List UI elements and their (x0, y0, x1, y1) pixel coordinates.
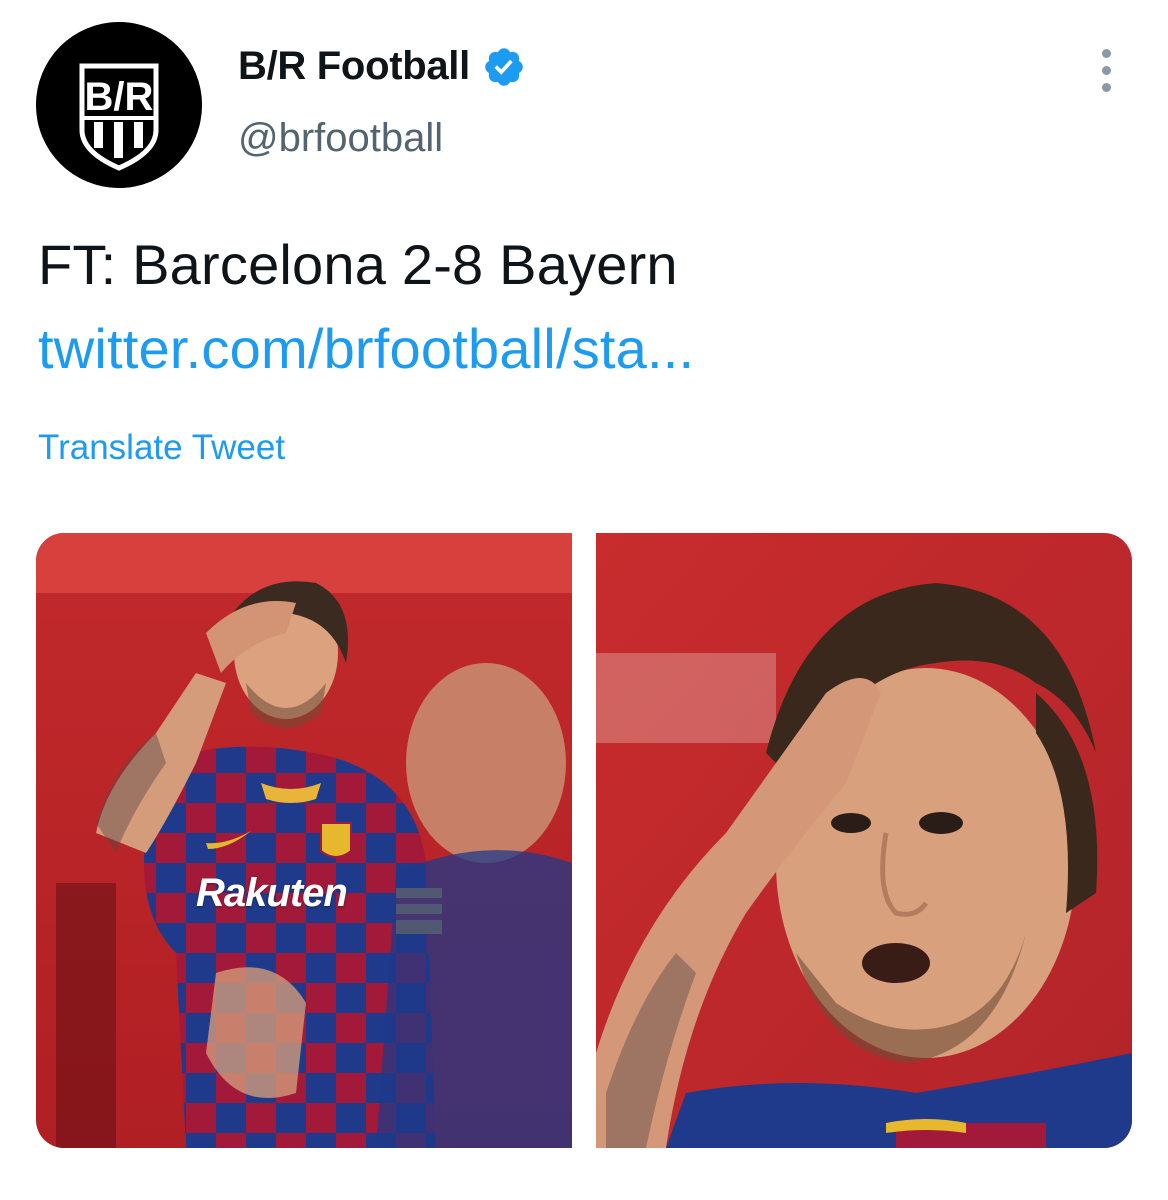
verified-badge-icon (485, 47, 523, 86)
svg-text:B/R: B/R (85, 75, 154, 119)
more-options-button[interactable] (1088, 44, 1124, 96)
more-vertical-icon (1101, 48, 1111, 58)
tweet-text: FT: Barcelona 2-8 Bayern (38, 233, 678, 296)
avatar[interactable]: B/R (36, 22, 202, 188)
br-logo-icon: B/R (36, 22, 202, 188)
media-photo-1[interactable]: Rakuten (36, 533, 572, 1148)
media-photo-2[interactable] (596, 533, 1132, 1148)
jersey-sponsor-text: Rakuten (196, 871, 348, 915)
author-name-row[interactable]: B/R Football (238, 44, 526, 89)
more-vertical-icon (1101, 82, 1111, 92)
photo-1-image (36, 533, 572, 1148)
media-grid: Rakuten (36, 533, 1132, 1148)
author-handle[interactable]: @brfootball (238, 116, 443, 161)
tweet-link[interactable]: twitter.com/brfootball/sta... (38, 316, 694, 382)
photo-2-image (596, 533, 1132, 1148)
translate-tweet-button[interactable]: Translate Tweet (38, 428, 285, 468)
tweet-card: B/R B/R Football @brfootball FT: Barcelo… (0, 0, 1168, 1200)
author-display-name[interactable]: B/R Football (238, 44, 470, 89)
more-vertical-icon (1101, 65, 1111, 75)
